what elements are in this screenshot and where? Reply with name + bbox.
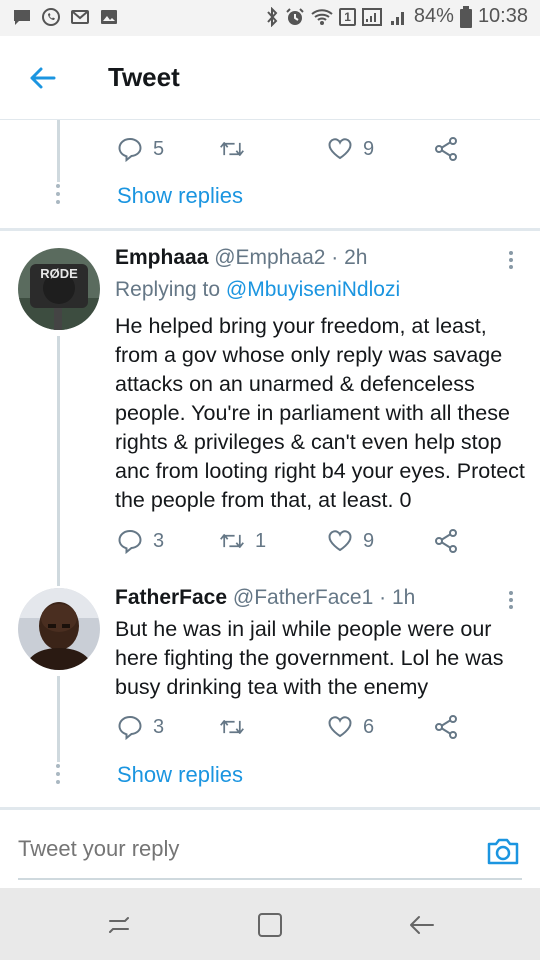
retweet-count: 1 [255, 529, 267, 552]
tweet-header: FatherFace @FatherFace1 · 1h [115, 586, 415, 610]
like-action[interactable]: 6 [327, 714, 374, 740]
display-name[interactable]: Emphaaa [115, 246, 208, 269]
reply-count: 3 [153, 715, 165, 738]
tweet-text: He helped bring your freedom, at least, … [115, 314, 525, 512]
retweet-icon [220, 142, 244, 156]
tweet-actions: 3 1 9 [117, 528, 497, 558]
whatsapp-icon [42, 8, 60, 26]
gmail-icon [71, 10, 89, 24]
share-action[interactable] [433, 528, 459, 554]
message-icon [14, 10, 30, 25]
like-action[interactable]: 9 [327, 136, 374, 162]
avatar-image: RØDE [18, 248, 100, 330]
retweet-action[interactable]: 1 [219, 528, 266, 554]
reply-action[interactable]: 3 [117, 528, 164, 554]
bluetooth-icon [267, 6, 278, 27]
sim-badge: 1 [339, 7, 356, 26]
status-bar: 1 84% 10:38 [0, 0, 540, 36]
reply-icon [118, 715, 142, 740]
heart-icon [328, 138, 352, 160]
camera-icon[interactable] [486, 834, 520, 868]
share-action[interactable] [433, 136, 459, 162]
system-icons: 1 84% 10:38 [265, 5, 528, 28]
avatar-image [18, 588, 100, 670]
tweet-actions: 5 9 [117, 136, 497, 166]
replying-to-label: Replying to [115, 278, 221, 301]
replying-to: Replying to @MbuyiseniNdlozi [115, 278, 400, 302]
thread-line [57, 336, 60, 586]
share-icon [435, 137, 457, 161]
gallery-icon [101, 10, 117, 24]
reply-icon [118, 137, 142, 162]
tweet-time: · 2h [331, 246, 368, 269]
clock: 10:38 [477, 5, 528, 27]
show-replies-link[interactable]: Show replies [117, 762, 243, 788]
notification-icons [12, 7, 119, 27]
reply-count: 3 [153, 529, 165, 552]
app-header: Tweet [0, 36, 540, 120]
reply-input[interactable] [18, 836, 458, 862]
alarm-icon [286, 7, 304, 25]
avatar[interactable] [18, 588, 100, 670]
back-arrow-icon[interactable] [28, 64, 56, 92]
recent-apps-icon[interactable] [104, 910, 134, 940]
system-nav-bar [0, 888, 540, 960]
like-action[interactable]: 9 [327, 528, 374, 554]
heart-icon [328, 716, 352, 738]
retweet-icon [220, 534, 244, 548]
like-count: 9 [363, 529, 375, 552]
tweet-actions: 3 6 [117, 714, 497, 744]
thread-ellipsis [55, 184, 61, 208]
avatar-logo-text: RØDE [40, 266, 78, 281]
battery-icon [459, 5, 472, 28]
retweet-icon [220, 720, 244, 734]
display-name[interactable]: FatherFace [115, 586, 227, 609]
page-title: Tweet [108, 62, 180, 92]
replying-to-handle[interactable]: @MbuyiseniNdlozi [226, 278, 400, 301]
reply-action[interactable]: 3 [117, 714, 164, 740]
like-count: 9 [363, 137, 375, 160]
reply-icon [118, 529, 142, 554]
heart-icon [328, 530, 352, 552]
section-divider [0, 228, 540, 231]
composer-underline [18, 878, 522, 880]
thread-ellipsis [55, 764, 61, 788]
more-options-icon[interactable] [508, 251, 514, 272]
retweet-action[interactable] [219, 714, 255, 740]
avatar[interactable]: RØDE [18, 248, 100, 330]
tweet-text: But he was in jail while people were our… [115, 617, 504, 699]
battery-percent: 84% [413, 5, 454, 27]
home-icon[interactable] [255, 910, 285, 940]
thread-line [57, 120, 60, 182]
show-replies-link[interactable]: Show replies [117, 183, 243, 209]
back-nav-icon[interactable] [406, 910, 436, 940]
more-options-icon[interactable] [508, 591, 514, 612]
share-icon [435, 529, 457, 553]
reply-composer [0, 810, 540, 888]
user-handle[interactable]: @FatherFace1 [233, 586, 373, 609]
like-count: 6 [363, 715, 375, 738]
reply-count: 5 [153, 137, 165, 160]
share-icon [435, 715, 457, 739]
retweet-action[interactable] [219, 136, 255, 162]
tweet-time: · 1h [379, 586, 416, 609]
tweet-header: Emphaaa @Emphaa2 · 2h [115, 246, 367, 270]
share-action[interactable] [433, 714, 459, 740]
wifi-icon [311, 8, 333, 25]
signal-icon [361, 7, 382, 26]
thread-line [57, 676, 60, 762]
user-handle[interactable]: @Emphaa2 [214, 246, 325, 269]
signal-bars-icon [390, 11, 404, 25]
reply-action[interactable]: 5 [117, 136, 164, 162]
